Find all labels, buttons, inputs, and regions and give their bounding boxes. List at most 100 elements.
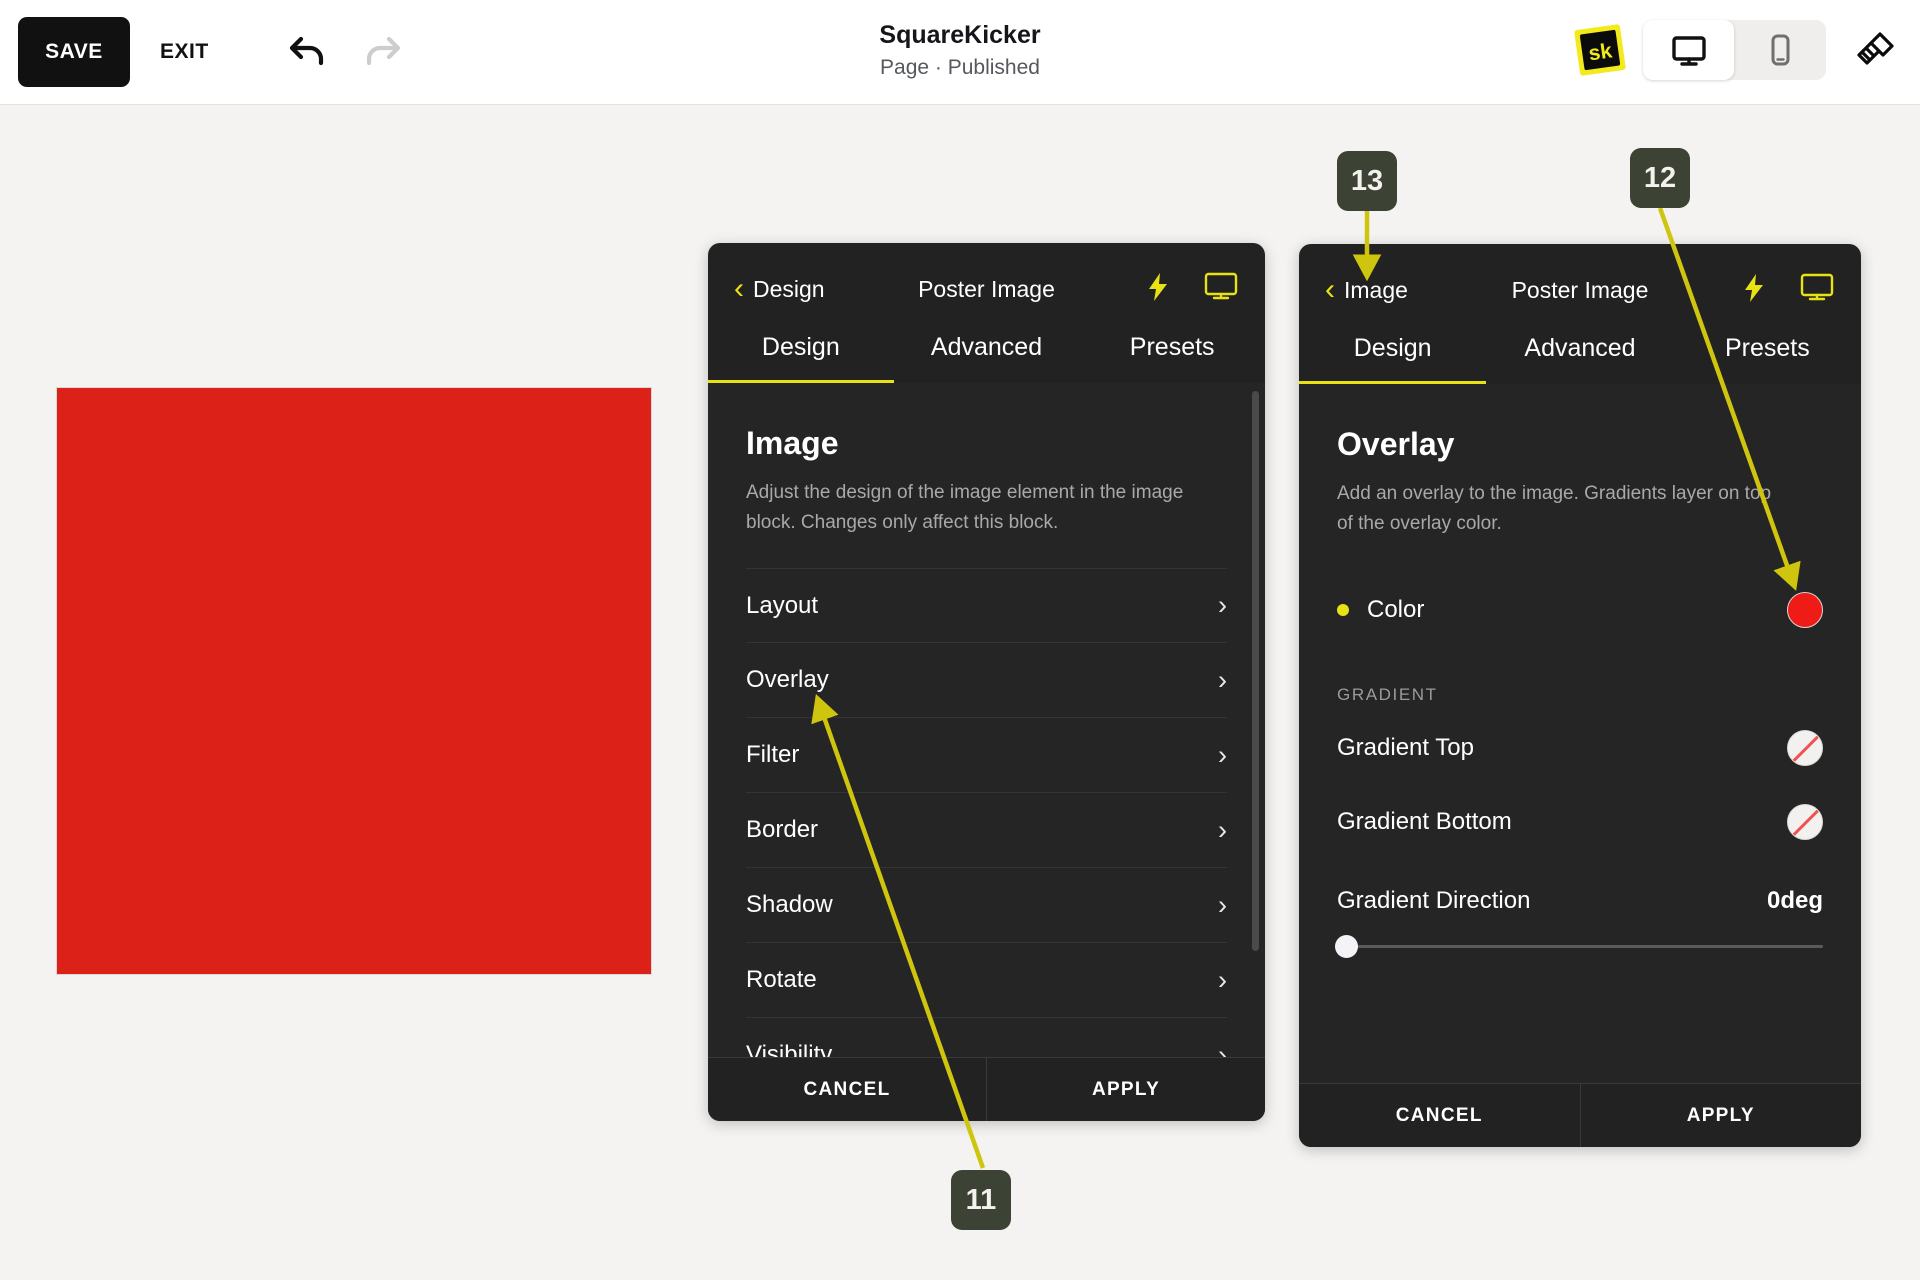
option-label: Layout bbox=[746, 591, 819, 619]
monitor-icon bbox=[1800, 273, 1834, 300]
option-row-shadow[interactable]: Shadow › bbox=[746, 868, 1227, 943]
gradient-top-row[interactable]: Gradient Top bbox=[1337, 717, 1823, 779]
gradient-bottom-swatch[interactable] bbox=[1787, 804, 1823, 840]
panel-footer-right: CANCEL APPLY bbox=[1299, 1083, 1861, 1147]
cancel-button[interactable]: CANCEL bbox=[1299, 1084, 1580, 1147]
svg-text:sk: sk bbox=[1587, 39, 1614, 65]
tab-advanced-label: Advanced bbox=[930, 333, 1043, 361]
apply-button-label: APPLY bbox=[1686, 1104, 1755, 1126]
back-to-image-button[interactable]: ‹ Image bbox=[1325, 275, 1408, 305]
option-row-overlay[interactable]: Overlay › bbox=[746, 643, 1227, 718]
chevron-left-icon: ‹ bbox=[734, 272, 744, 305]
chevron-left-icon: ‹ bbox=[1325, 273, 1335, 306]
panel-footer-left: CANCEL APPLY bbox=[708, 1057, 1265, 1121]
cancel-button-label: CANCEL bbox=[803, 1078, 891, 1100]
device-preview-toggle[interactable] bbox=[1643, 20, 1826, 80]
section-description: Adjust the design of the image element i… bbox=[746, 482, 1184, 533]
annotation-badge-12: 12 bbox=[1630, 148, 1690, 208]
overlay-color-swatch[interactable] bbox=[1787, 592, 1823, 628]
option-label: Border bbox=[746, 816, 819, 843]
panel-header-left: ‹ Design Poster Image Design Advanced Pr… bbox=[708, 243, 1265, 383]
lightning-bolt-button[interactable] bbox=[1143, 271, 1173, 308]
squarekicker-logo[interactable]: sk bbox=[1572, 22, 1628, 78]
design-panel-overlay: ‹ Image Poster Image Design Advanced Pre… bbox=[1299, 244, 1861, 1147]
design-panel-image: ‹ Design Poster Image Design Advanced Pr… bbox=[708, 243, 1265, 1121]
tab-design-label: Design bbox=[1353, 334, 1432, 362]
undo-button[interactable] bbox=[278, 26, 332, 80]
chevron-right-icon: › bbox=[1218, 814, 1227, 845]
lightning-bolt-icon bbox=[1745, 273, 1763, 302]
gradient-top-label: Gradient Top bbox=[1337, 734, 1474, 761]
tab-design-label: Design bbox=[761, 333, 840, 361]
option-row-layout[interactable]: Layout › bbox=[746, 568, 1227, 643]
option-row-filter[interactable]: Filter › bbox=[746, 718, 1227, 793]
redo-button[interactable] bbox=[358, 26, 412, 80]
option-label: Shadow bbox=[746, 891, 833, 918]
annotation-badge-label: 11 bbox=[965, 1183, 997, 1216]
tab-advanced[interactable]: Advanced bbox=[894, 315, 1080, 383]
panel-scrollbar[interactable] bbox=[1252, 391, 1259, 951]
active-value-dot-icon bbox=[1337, 604, 1349, 616]
overlay-color-row[interactable]: Color bbox=[1337, 577, 1823, 643]
option-label: Overlay bbox=[746, 666, 829, 693]
annotation-badge-label: 13 bbox=[1350, 164, 1384, 197]
gradient-direction-value: 0deg bbox=[1766, 887, 1823, 914]
gradient-direction-control: Gradient Direction 0deg bbox=[1335, 887, 1823, 958]
section-description: Add an overlay to the image. Gradients l… bbox=[1337, 483, 1772, 534]
gradient-bottom-row[interactable]: Gradient Bottom bbox=[1337, 791, 1823, 853]
tab-advanced-label: Advanced bbox=[1524, 334, 1636, 362]
option-row-visibility[interactable]: Visibility › bbox=[746, 1018, 1227, 1058]
monitor-button[interactable] bbox=[1799, 272, 1835, 309]
device-toggle-mobile[interactable] bbox=[1734, 20, 1825, 80]
exit-button[interactable]: EXIT bbox=[160, 28, 209, 76]
section-title: Overlay bbox=[1337, 426, 1455, 462]
style-brush-button[interactable] bbox=[1845, 22, 1901, 78]
gradient-direction-slider[interactable] bbox=[1335, 935, 1823, 958]
overlay-color-label: Color bbox=[1367, 596, 1425, 623]
tab-design[interactable]: Design bbox=[708, 315, 894, 383]
tab-design[interactable]: Design bbox=[1299, 316, 1487, 384]
section-title: Image bbox=[746, 425, 839, 461]
lightning-bolt-button[interactable] bbox=[1739, 272, 1769, 309]
desktop-icon bbox=[1671, 36, 1706, 66]
tab-presets[interactable]: Presets bbox=[1674, 316, 1861, 384]
monitor-button[interactable] bbox=[1203, 271, 1239, 308]
save-button[interactable]: SAVE bbox=[18, 17, 130, 87]
apply-button-label: APPLY bbox=[1091, 1078, 1161, 1100]
gradient-direction-slider-knob[interactable] bbox=[1335, 935, 1358, 958]
tab-presets-label: Presets bbox=[1129, 333, 1215, 361]
tab-advanced[interactable]: Advanced bbox=[1486, 316, 1673, 384]
cancel-button[interactable]: CANCEL bbox=[708, 1058, 986, 1121]
gradient-top-swatch[interactable] bbox=[1787, 730, 1823, 766]
option-row-rotate[interactable]: Rotate › bbox=[746, 943, 1227, 1018]
device-toggle-desktop[interactable] bbox=[1643, 20, 1734, 80]
redo-icon bbox=[366, 36, 401, 66]
top-toolbar: SAVE EXIT SquareKicker Page · Published bbox=[0, 0, 1920, 105]
option-label: Filter bbox=[746, 741, 800, 768]
back-label: Image bbox=[1344, 276, 1408, 303]
back-to-design-button[interactable]: ‹ Design bbox=[734, 274, 825, 304]
gradient-group-label: GRADIENT bbox=[1337, 685, 1438, 704]
chevron-right-icon: › bbox=[1218, 664, 1227, 695]
chevron-right-icon: › bbox=[1218, 964, 1227, 995]
panel-body-left: Image Adjust the design of the image ele… bbox=[708, 383, 1265, 1057]
panel-body-right: Overlay Add an overlay to the image. Gra… bbox=[1299, 384, 1861, 1083]
option-row-border[interactable]: Border › bbox=[746, 793, 1227, 868]
gradient-bottom-label: Gradient Bottom bbox=[1337, 808, 1512, 835]
tab-presets[interactable]: Presets bbox=[1079, 315, 1265, 383]
option-label: Visibility bbox=[746, 1041, 833, 1057]
annotation-badge-11: 11 bbox=[951, 1170, 1011, 1230]
gradient-direction-header: Gradient Direction 0deg bbox=[1337, 887, 1823, 915]
canvas-image-block[interactable] bbox=[56, 387, 652, 975]
monitor-icon bbox=[1204, 272, 1238, 299]
cancel-button-label: CANCEL bbox=[1395, 1104, 1483, 1126]
save-button-label: SAVE bbox=[45, 40, 103, 63]
apply-button[interactable]: APPLY bbox=[1579, 1084, 1862, 1147]
mobile-icon bbox=[1771, 34, 1789, 66]
panel-header-right: ‹ Image Poster Image Design Advanced Pre… bbox=[1299, 244, 1861, 384]
sk-logo-icon: sk bbox=[1574, 24, 1626, 76]
design-option-list: Layout › Overlay › Filter › Border › Sha… bbox=[746, 568, 1227, 1057]
undo-icon bbox=[289, 36, 324, 66]
apply-button[interactable]: APPLY bbox=[986, 1058, 1265, 1121]
panel-tabs-left: Design Advanced Presets bbox=[708, 315, 1265, 383]
